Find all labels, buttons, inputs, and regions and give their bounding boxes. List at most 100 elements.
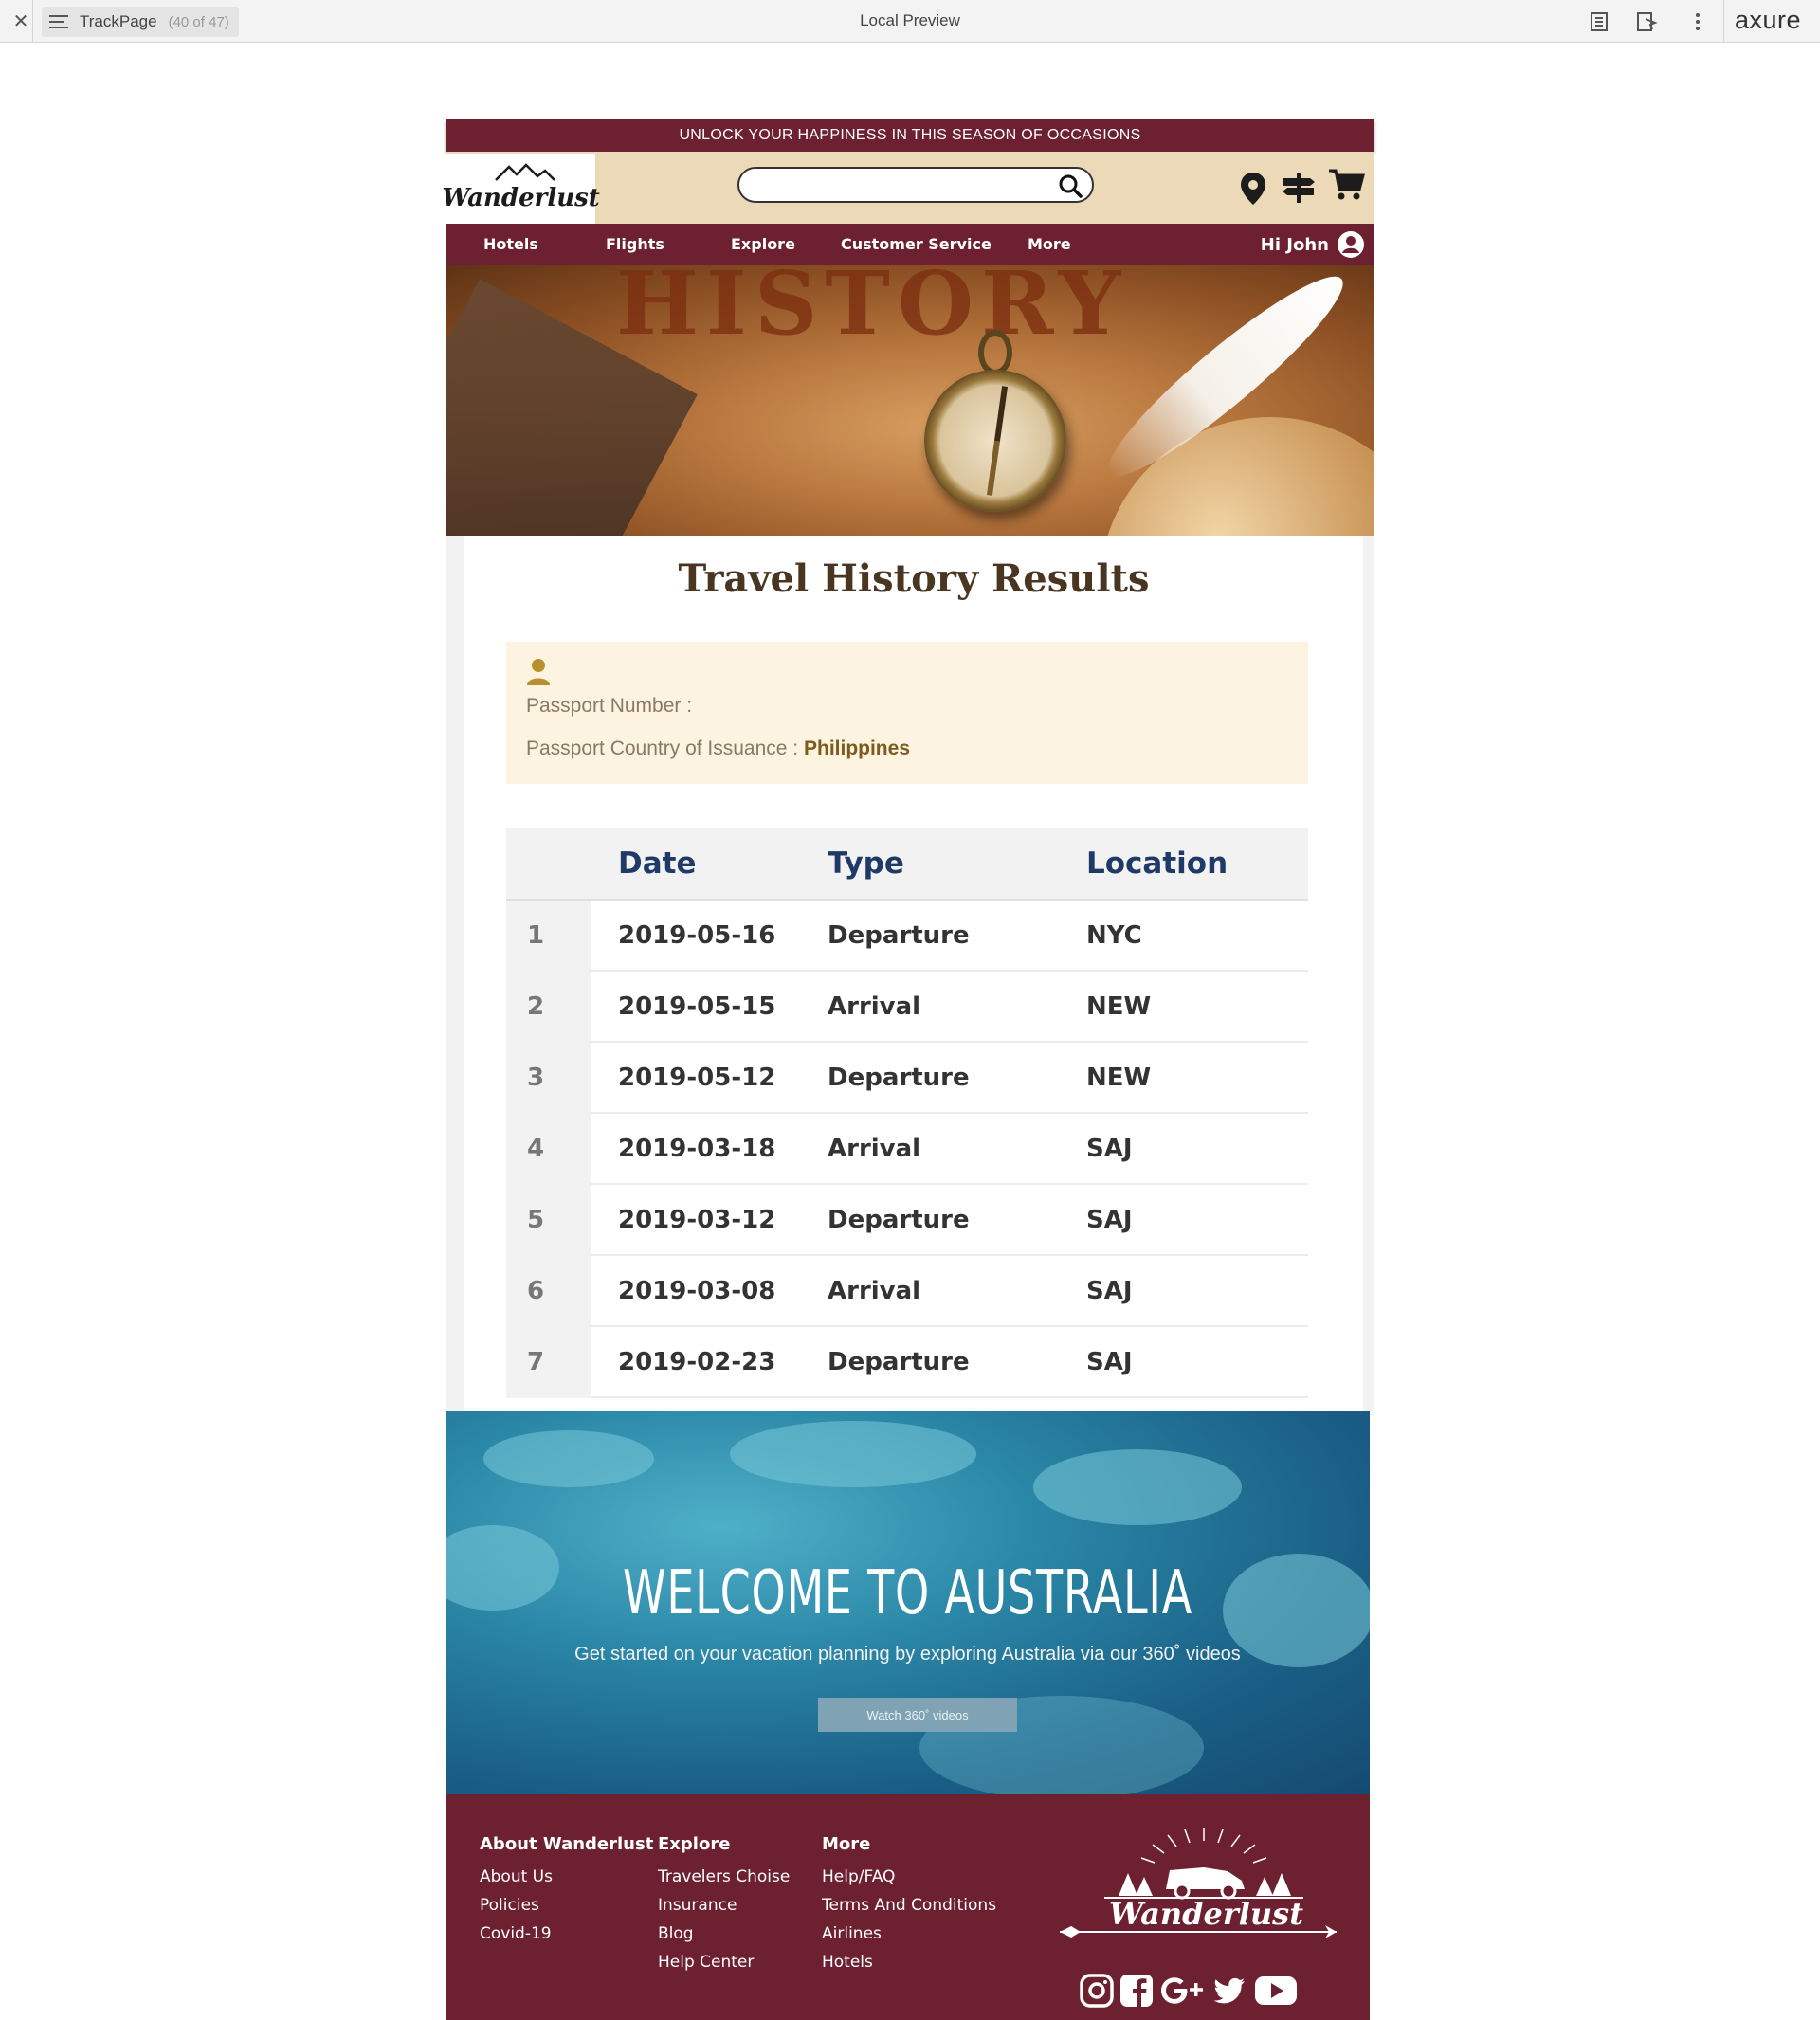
row-date: 2019-02-23 xyxy=(591,1326,801,1398)
footer-link-about-us[interactable]: About Us xyxy=(480,1867,653,1886)
row-type: Departure xyxy=(801,900,1060,972)
passport-country-value: Philippines xyxy=(803,737,910,759)
column-header-date: Date xyxy=(591,828,801,901)
facebook-icon[interactable] xyxy=(1119,1973,1155,2009)
row-date: 2019-03-12 xyxy=(591,1184,801,1256)
site-footer: About Wanderlust About Us Policies Covid… xyxy=(446,1794,1370,2020)
row-location: SAJ xyxy=(1060,1113,1308,1185)
site-header: Wanderlust xyxy=(442,152,1374,224)
row-index: 1 xyxy=(506,900,591,972)
row-date: 2019-03-18 xyxy=(591,1113,801,1185)
twitter-icon[interactable] xyxy=(1211,1973,1247,2009)
footer-link-help-center[interactable]: Help Center xyxy=(658,1953,790,1972)
footer-link-help-faq[interactable]: Help/FAQ xyxy=(822,1867,996,1886)
viewer-toolbar: ✕ TrackPage (40 of 47) Local Preview axu… xyxy=(0,0,1820,43)
table-row: 6 2019-03-08 Arrival SAJ xyxy=(506,1255,1308,1327)
footer-link-insurance[interactable]: Insurance xyxy=(658,1896,790,1915)
footer-link-blog[interactable]: Blog xyxy=(658,1924,790,1943)
footer-link-covid[interactable]: Covid-19 xyxy=(480,1924,653,1943)
prototype-page: UNLOCK YOUR HAPPINESS IN THIS SEASON OF … xyxy=(442,119,1374,2020)
footer-link-hotels[interactable]: Hotels xyxy=(822,1953,996,1972)
watch-360-videos-button[interactable]: Watch 360˚ videos xyxy=(818,1698,1017,1732)
toolbar-divider xyxy=(32,0,33,43)
logo-text: Wanderlust xyxy=(442,184,600,212)
passport-country-label: Passport Country of Issuance : xyxy=(526,737,799,759)
nav-item-more[interactable]: More xyxy=(1028,224,1071,265)
user-menu[interactable]: Hi John xyxy=(1261,230,1365,259)
more-options-icon[interactable] xyxy=(1685,9,1710,34)
row-index: 3 xyxy=(506,1042,591,1114)
row-location: SAJ xyxy=(1060,1255,1308,1327)
youtube-icon[interactable] xyxy=(1253,1973,1299,2009)
row-date: 2019-05-15 xyxy=(591,971,801,1043)
page-selector[interactable]: TrackPage (40 of 47) xyxy=(42,7,239,37)
australia-subtitle: Get started on your vacation planning by… xyxy=(574,1644,1241,1665)
user-avatar-icon xyxy=(1338,231,1364,258)
table-row: 7 2019-02-23 Departure SAJ xyxy=(506,1326,1308,1398)
search-icon[interactable] xyxy=(1058,173,1083,198)
australia-promo: WELCOME TO AUSTRALIA Get started on your… xyxy=(446,1411,1370,1794)
row-date: 2019-05-16 xyxy=(591,900,801,972)
table-header-row: Date Type Location xyxy=(506,828,1308,901)
column-header-location: Location xyxy=(1060,828,1308,901)
history-hero-image: HISTORY xyxy=(446,265,1374,536)
instagram-icon[interactable] xyxy=(1079,1973,1115,2009)
promo-banner: UNLOCK YOUR HAPPINESS IN THIS SEASON OF … xyxy=(446,119,1374,152)
nav-item-flights[interactable]: Flights xyxy=(606,224,664,265)
person-icon xyxy=(527,659,550,685)
search-input[interactable] xyxy=(737,167,1094,203)
google-plus-icon[interactable] xyxy=(1158,1973,1206,2009)
notes-icon[interactable] xyxy=(1587,9,1611,34)
close-icon[interactable]: ✕ xyxy=(9,9,32,32)
row-location: SAJ xyxy=(1060,1184,1308,1256)
row-location: NEW xyxy=(1060,1042,1308,1114)
cart-icon[interactable] xyxy=(1327,165,1365,203)
row-type: Arrival xyxy=(801,1113,1060,1185)
hero-history-word: HISTORY xyxy=(616,265,1129,355)
nav-item-explore[interactable]: Explore xyxy=(731,224,795,265)
table-row: 2 2019-05-15 Arrival NEW xyxy=(506,971,1308,1043)
passport-country-row: Passport Country of Issuance : Philippin… xyxy=(526,737,910,760)
passport-number-label: Passport Number : xyxy=(526,695,693,717)
row-type: Departure xyxy=(801,1326,1060,1398)
travel-history-table: Date Type Location 1 2019-05-16 Departur… xyxy=(506,828,1308,1398)
footer-link-airlines[interactable]: Airlines xyxy=(822,1924,996,1943)
search-field[interactable] xyxy=(753,174,1037,195)
location-pin-icon[interactable] xyxy=(1234,169,1272,207)
footer-link-travelers-choise[interactable]: Travelers Choise xyxy=(658,1867,790,1886)
main-nav: Hotels Flights Explore Customer Service … xyxy=(446,224,1374,265)
footer-logo-text: Wanderlust xyxy=(1109,1896,1303,1932)
footer-heading-explore: Explore xyxy=(658,1834,731,1854)
passport-info-card: Passport Number : Passport Country of Is… xyxy=(506,642,1308,784)
reef-shape xyxy=(483,1430,654,1487)
hamburger-menu-icon[interactable] xyxy=(49,15,68,28)
footer-column-explore: Explore Travelers Choise Insurance Blog … xyxy=(658,1834,790,1981)
row-type: Departure xyxy=(801,1042,1060,1114)
toolbar-divider xyxy=(1723,0,1724,43)
hero-compass-ring xyxy=(978,330,1012,375)
page-name: TrackPage xyxy=(80,12,157,30)
row-index: 6 xyxy=(506,1255,591,1327)
travel-history-section: Travel History Results Passport Number :… xyxy=(446,536,1374,1411)
site-logo[interactable]: Wanderlust xyxy=(442,154,600,224)
column-header-index xyxy=(506,828,591,901)
nav-item-customer-service[interactable]: Customer Service xyxy=(841,224,992,265)
footer-heading-more: More xyxy=(822,1834,871,1854)
table-row: 1 2019-05-16 Departure NYC xyxy=(506,900,1308,972)
footer-link-terms[interactable]: Terms And Conditions xyxy=(822,1896,996,1915)
passport-number-row: Passport Number : xyxy=(526,695,692,718)
row-date: 2019-03-08 xyxy=(591,1255,801,1327)
row-index: 5 xyxy=(506,1184,591,1256)
viewer-title: Local Preview xyxy=(860,11,960,29)
table-row: 3 2019-05-12 Departure NEW xyxy=(506,1042,1308,1114)
footer-link-policies[interactable]: Policies xyxy=(480,1896,653,1915)
signpost-icon[interactable] xyxy=(1280,169,1318,207)
table-row: 5 2019-03-12 Departure SAJ xyxy=(506,1184,1308,1256)
user-greeting: Hi John xyxy=(1260,234,1329,255)
footer-column-about: About Wanderlust About Us Policies Covid… xyxy=(480,1834,653,1953)
reef-shape xyxy=(730,1421,976,1487)
nav-item-hotels[interactable]: Hotels xyxy=(483,224,538,265)
row-index: 7 xyxy=(506,1326,591,1398)
row-index: 4 xyxy=(506,1113,591,1185)
inspect-icon[interactable] xyxy=(1634,9,1659,34)
